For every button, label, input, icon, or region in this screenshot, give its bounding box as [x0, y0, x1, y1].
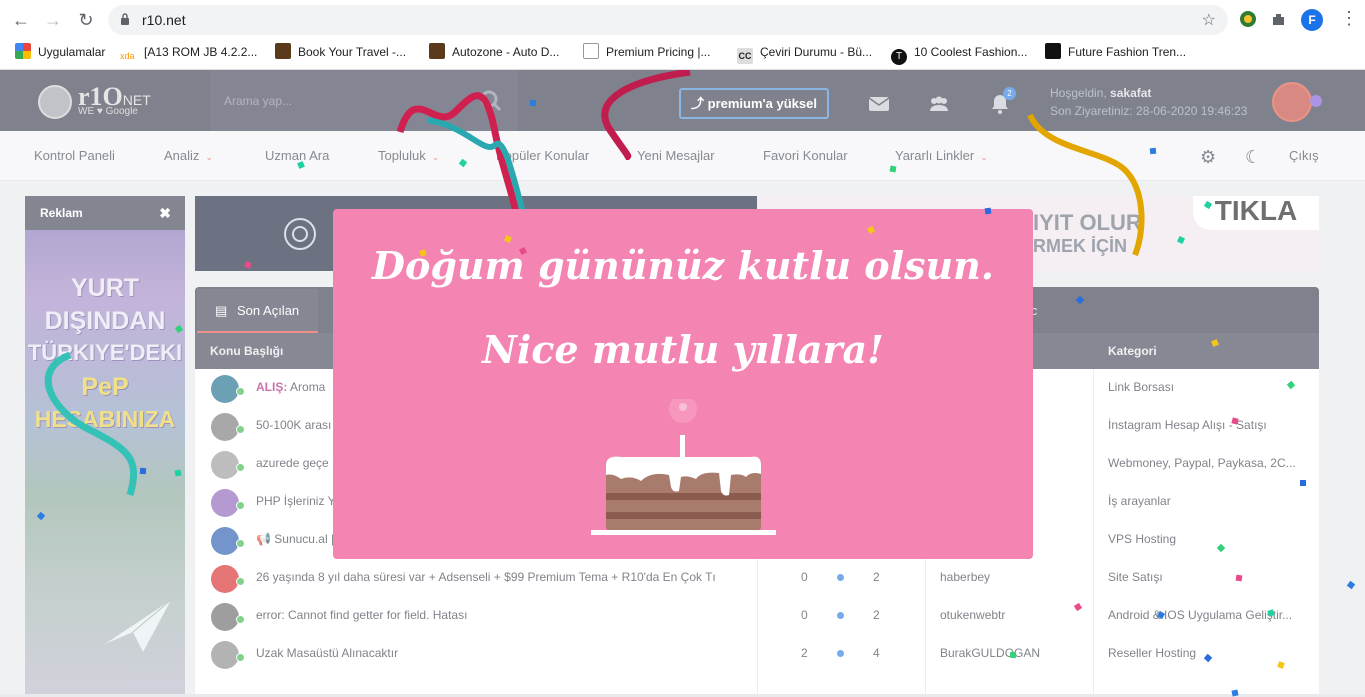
confetti-piece [1231, 689, 1239, 697]
url-text: r10.net [142, 12, 186, 28]
site-favicon-icon [1045, 43, 1061, 59]
bookmark-item[interactable]: Future Fashion Tren... [1045, 43, 1186, 61]
pen-icon [583, 43, 599, 59]
bookmark-item[interactable]: Book Your Travel -... [275, 43, 406, 61]
back-arrow-icon[interactable]: ← [10, 9, 32, 31]
bookmark-item[interactable]: xda [A13 ROM JB 4.2.2... [120, 43, 257, 63]
streamer-teal-icon [44, 351, 138, 496]
forward-arrow-icon[interactable]: → [42, 9, 64, 31]
streamer-crimson-icon [601, 70, 691, 160]
bookmark-item[interactable]: T 10 Coolest Fashion... [891, 43, 1027, 65]
confetti-piece [889, 165, 897, 173]
site-favicon-icon [275, 43, 291, 59]
confetti-piece [1235, 574, 1243, 582]
extensions-puzzle-icon[interactable] [1270, 10, 1288, 28]
confetti-piece [174, 469, 182, 477]
bookmark-item[interactable]: Premium Pricing |... [583, 43, 710, 61]
address-bar[interactable]: r10.net ☆ [108, 5, 1228, 35]
lock-icon [121, 13, 129, 25]
bookmarks-bar: Uygulamalar xda [A13 ROM JB 4.2.2... Book… [0, 38, 1365, 96]
bookmark-item[interactable]: Uygulamalar [15, 43, 105, 61]
confetti-piece [1299, 479, 1307, 487]
bookmark-star-icon[interactable]: ☆ [1202, 10, 1216, 30]
extension-globe-icon[interactable] [1239, 10, 1257, 28]
site-favicon-icon: T [891, 49, 907, 65]
bookmark-item[interactable]: Autozone - Auto D... [429, 43, 559, 61]
birthday-modal[interactable]: Doğum gününüz kutlu olsun. Nice mutlu yı… [333, 209, 1033, 559]
profile-avatar[interactable]: F [1301, 9, 1323, 31]
birthday-cake-icon [591, 399, 776, 535]
streamer-gold-icon [1027, 113, 1145, 257]
browser-menu-icon[interactable]: ⋮ [1340, 8, 1358, 29]
confetti-piece [139, 467, 147, 475]
confetti-piece [530, 100, 536, 106]
apps-grid-icon [15, 43, 31, 59]
reload-icon[interactable]: ↻ [75, 9, 97, 31]
confetti-piece [1149, 147, 1157, 155]
xda-icon: xda [120, 47, 138, 63]
birthday-wish: Nice mutlu yıllara! [482, 327, 884, 372]
browser-chrome: ← → ↻ r10.net ☆ F ⋮ Uygulamalar xda [A13 … [0, 0, 1365, 96]
birthday-greeting: Doğum gününüz kutlu olsun. [372, 243, 994, 288]
confetti-piece [984, 207, 992, 215]
site-favicon-icon [429, 43, 445, 59]
address-row: ← → ↻ r10.net ☆ F ⋮ [0, 0, 1365, 38]
cc-icon: CC [737, 48, 753, 64]
bookmark-item[interactable]: CC Çeviri Durumu - Bü... [737, 43, 872, 64]
confetti-piece [1009, 651, 1017, 659]
